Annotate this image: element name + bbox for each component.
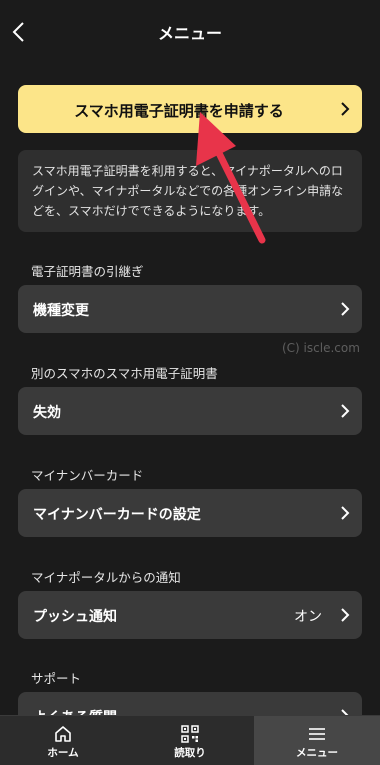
push-notification-label: プッシュ通知 bbox=[33, 609, 117, 625]
header: メニュー bbox=[0, 0, 380, 64]
apply-button-label: スマホ用電子証明書を申請する bbox=[74, 102, 284, 120]
push-notification-value: オン bbox=[294, 609, 322, 625]
section-title-support: サポート bbox=[31, 671, 82, 686]
section-title-portal-notifications: マイナポータルからの通知 bbox=[31, 570, 181, 585]
apply-smartphone-certificate-button[interactable]: スマホ用電子証明書を申請する bbox=[18, 85, 362, 133]
model-change-row[interactable]: 機種変更 bbox=[18, 285, 362, 333]
description-box: スマホ用電子証明書を利用すると、マイナポータルへのログインや、マイナポータルなど… bbox=[18, 150, 362, 232]
tab-menu[interactable]: メニュー bbox=[254, 716, 380, 765]
page-title: メニュー bbox=[157, 24, 222, 43]
revoke-label: 失効 bbox=[33, 405, 61, 421]
mynumber-card-settings-row[interactable]: マイナンバーカードの設定 bbox=[18, 489, 362, 537]
tab-menu-label: メニュー bbox=[296, 747, 338, 759]
revoke-row[interactable]: 失効 bbox=[18, 387, 362, 435]
menu-icon bbox=[309, 728, 325, 740]
description-text: スマホ用電子証明書を利用すると、マイナポータルへのログインや、マイナポータルなど… bbox=[32, 164, 344, 218]
push-notification-row[interactable]: プッシュ通知 オン bbox=[18, 591, 362, 639]
tab-home-label: ホーム bbox=[47, 747, 79, 759]
chevron-right-icon bbox=[341, 404, 350, 418]
section-title-certificate-transfer: 電子証明書の引継ぎ bbox=[31, 264, 144, 279]
model-change-label: 機種変更 bbox=[33, 303, 89, 319]
mynumber-card-settings-label: マイナンバーカードの設定 bbox=[33, 507, 201, 523]
home-icon bbox=[55, 726, 71, 742]
tab-home[interactable]: ホーム bbox=[0, 716, 126, 765]
bottom-tab-bar: ホーム 読取り メニュー bbox=[0, 715, 380, 765]
tab-scan[interactable]: 読取り bbox=[127, 716, 253, 765]
qr-code-icon bbox=[181, 725, 199, 743]
watermark: (C) iscle.com bbox=[282, 341, 360, 355]
chevron-right-icon bbox=[341, 608, 350, 622]
tab-scan-label: 読取り bbox=[174, 747, 206, 759]
chevron-right-icon bbox=[341, 506, 350, 520]
chevron-right-icon bbox=[341, 102, 350, 116]
section-title-mynumber-card: マイナンバーカード bbox=[31, 468, 144, 483]
section-title-other-phone-certificate: 別のスマホのスマホ用電子証明書 bbox=[31, 366, 218, 381]
chevron-right-icon bbox=[341, 302, 350, 316]
